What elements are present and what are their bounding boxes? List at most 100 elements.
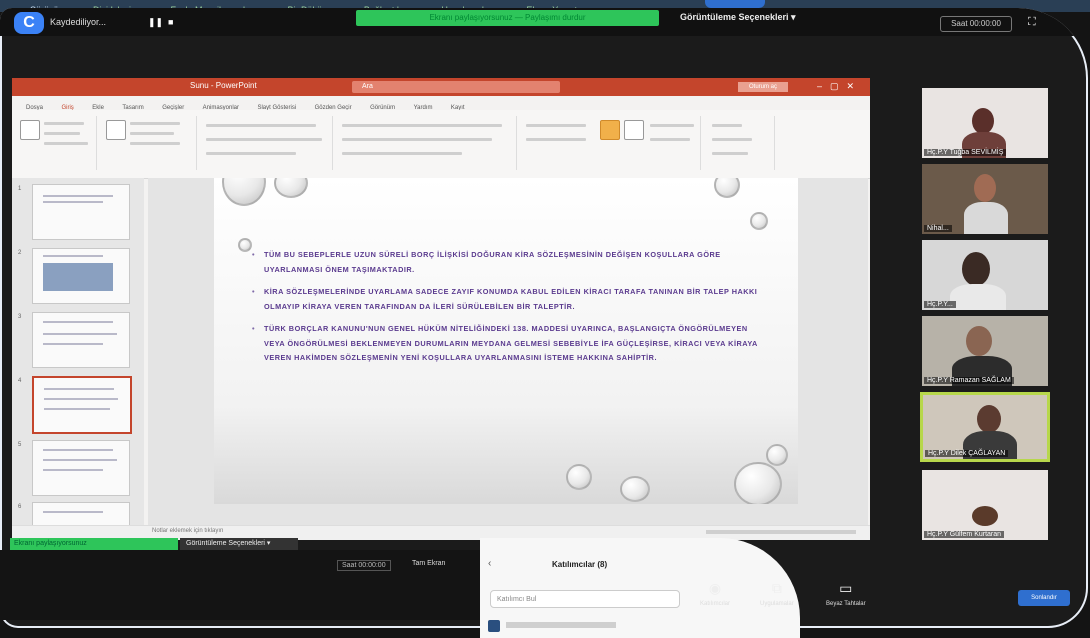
thumb-number: 6 (18, 504, 22, 510)
ppt-title-bar: Sunu - PowerPoint Ara Oturum aç –▢✕ (12, 78, 870, 96)
ribbon-font-group (200, 116, 333, 170)
toolbar-apps[interactable]: ⧉ Uygulamalar (760, 580, 794, 607)
powerpoint-window: Sunu - PowerPoint Ara Oturum aç –▢✕ Dosy… (12, 78, 870, 540)
water-drop-decoration (238, 238, 252, 252)
zoom-top-bar: C Kaydediliyor... ❚❚ ■ Ekranı paylaşıyor… (0, 8, 1088, 36)
ribbon-clipboard-group (16, 116, 97, 170)
slide-thumbnail[interactable] (32, 502, 130, 526)
water-drop-decoration (274, 178, 308, 198)
water-drop-decoration (222, 178, 266, 206)
toolbar-label: Beyaz Tahtalar (826, 601, 866, 607)
pause-icon[interactable]: ❚❚ (148, 17, 163, 27)
water-drop-decoration (620, 476, 650, 502)
stop-icon[interactable]: ■ (168, 17, 178, 27)
participants-panel: ‹ Katılımcılar (8) Katılımcı Bul (480, 538, 800, 638)
exit-fullscreen-icon[interactable]: ⛶ (1028, 16, 1036, 29)
ribbon-paragraph-group (336, 116, 517, 170)
panel-title: Katılımcılar (8) (552, 560, 608, 569)
new-slide-icon[interactable] (106, 120, 126, 140)
participant-search-input[interactable]: Katılımcı Bul (490, 590, 680, 608)
slide-thumbnail[interactable] (32, 184, 130, 240)
participant-video[interactable]: Hç.P.Y Tuğba SEVİLMİŞ (922, 88, 1048, 158)
water-drop-decoration (566, 464, 592, 490)
slide-thumbnail[interactable] (32, 248, 130, 304)
water-drop-decoration (750, 212, 768, 230)
toolbar-whiteboards[interactable]: ▭ Beyaz Tahtalar (826, 580, 866, 607)
thumb-number: 5 (18, 442, 22, 448)
participant-head (962, 252, 990, 286)
chevron-left-icon[interactable]: ‹ (488, 558, 491, 569)
quick-styles-icon[interactable] (624, 120, 644, 140)
zoom-slider[interactable] (706, 530, 856, 534)
zoom-app-icon[interactable]: C (14, 12, 44, 34)
participant-name: Hç.P.Y Tuğba SEVİLMİŞ (924, 149, 1007, 156)
participant-list-name (506, 622, 616, 628)
thumb-number: 3 (18, 314, 22, 320)
slide-editor[interactable]: TÜM BU SEBEPLERLE UZUN SÜRELİ BORÇ İLİŞK… (148, 178, 868, 526)
participant-body (964, 202, 1008, 234)
participant-head (966, 326, 992, 356)
participant-name: Nihal... (924, 225, 952, 232)
participant-video-active-speaker[interactable]: Hç.P.Y Dilek ÇAĞLAYAN (920, 392, 1050, 462)
window-controls[interactable]: –▢✕ (817, 81, 862, 92)
participant-body (950, 284, 1006, 310)
ppt-filename: Sunu - PowerPoint (190, 81, 257, 90)
water-drop-decoration (734, 462, 782, 504)
participant-name: Hç.P.Y Dilek ÇAĞLAYAN (925, 450, 1009, 457)
desktop-badge (705, 0, 765, 8)
slide-thumbnails-panel[interactable]: 1 2 3 4 5 6 (12, 178, 144, 526)
participant-head (977, 405, 1001, 433)
ppt-ribbon (12, 110, 870, 179)
ribbon-editing-group (704, 116, 775, 170)
thumb-number: 1 (18, 186, 22, 192)
participant-list-item[interactable] (488, 620, 678, 632)
meeting-clock: Saat 00:00:00 (940, 16, 1012, 32)
secondary-zoom-window (0, 550, 480, 620)
participant-video[interactable]: Hç.P.Y Gülfem Kurtaran (922, 470, 1048, 540)
whiteboard-icon: ▭ (839, 580, 853, 596)
view-options-strip[interactable]: Görüntüleme Seçenekleri ▾ (180, 538, 298, 550)
apps-icon: ⧉ (771, 580, 782, 596)
ribbon-drawing-group (520, 116, 701, 170)
thumb-number: 4 (18, 378, 22, 384)
participant-video[interactable]: Hç.P.Y... (922, 240, 1048, 310)
thumb-number: 2 (18, 250, 22, 256)
slide-bullet[interactable]: TÜM BU SEBEPLERLE UZUN SÜRELİ BORÇ İLİŞK… (252, 248, 764, 277)
avatar (488, 620, 500, 632)
recording-label: Kaydediliyor... (50, 17, 107, 27)
participant-name: Hç.P.Y Gülfem Kurtaran (924, 531, 1005, 538)
water-drop-decoration (766, 444, 788, 466)
ribbon-slides-group (100, 116, 197, 170)
paste-icon[interactable] (20, 120, 40, 140)
toolbar-participants[interactable]: ◉ Katılımcılar (700, 580, 730, 607)
secondary-clock: Saat 00:00:00 (337, 560, 391, 571)
slide-thumbnail[interactable] (32, 440, 130, 496)
participant-body (963, 431, 1017, 459)
toolbar-label: Katılımcılar (700, 601, 731, 607)
arrange-icon[interactable] (600, 120, 620, 140)
participant-head (974, 174, 996, 202)
fullscreen-button[interactable]: Tam Ekran (412, 560, 445, 567)
slide-thumbnail[interactable] (32, 312, 130, 368)
participant-name: Hç.P.Y Ramazan SAĞLAM (924, 377, 1014, 384)
current-slide[interactable]: TÜM BU SEBEPLERLE UZUN SÜRELİ BORÇ İLİŞK… (214, 178, 798, 504)
view-options-dropdown[interactable]: Görüntüleme Seçenekleri ▾ (680, 12, 796, 23)
slide-thumbnail-active[interactable] (32, 376, 132, 434)
end-meeting-button[interactable]: Sonlandır (1018, 590, 1070, 606)
notes-placeholder[interactable]: Notlar eklemek için tıklayın (152, 528, 223, 534)
slide-bullet-list[interactable]: TÜM BU SEBEPLERLE UZUN SÜRELİ BORÇ İLİŞK… (252, 248, 764, 374)
share-screen-icon: ◉ (708, 580, 722, 596)
ppt-search-input[interactable]: Ara (352, 81, 560, 93)
slide-bullet[interactable]: KİRA SÖZLEŞMELERİNDE UYARLAMA SADECE ZAY… (252, 285, 764, 314)
share-banner[interactable]: Ekranı paylaşıyorsunuz — Paylaşımı durdu… (356, 10, 659, 26)
participant-head (972, 506, 998, 526)
participant-head (972, 108, 994, 134)
participant-video[interactable]: Hç.P.Y Ramazan SAĞLAM (922, 316, 1048, 386)
share-status-strip[interactable]: Ekranı paylaşıyorsunuz (10, 538, 178, 550)
water-drop-decoration (714, 178, 740, 198)
participant-name: Hç.P.Y... (924, 301, 956, 308)
toolbar-label: Uygulamalar (760, 601, 794, 607)
slide-bullet[interactable]: TÜRK BORÇLAR KANUNU'NUN GENEL HÜKÜM NİTE… (252, 322, 764, 366)
ppt-signin-button[interactable]: Oturum aç (738, 82, 788, 92)
participant-video[interactable]: Nihal... (922, 164, 1048, 234)
